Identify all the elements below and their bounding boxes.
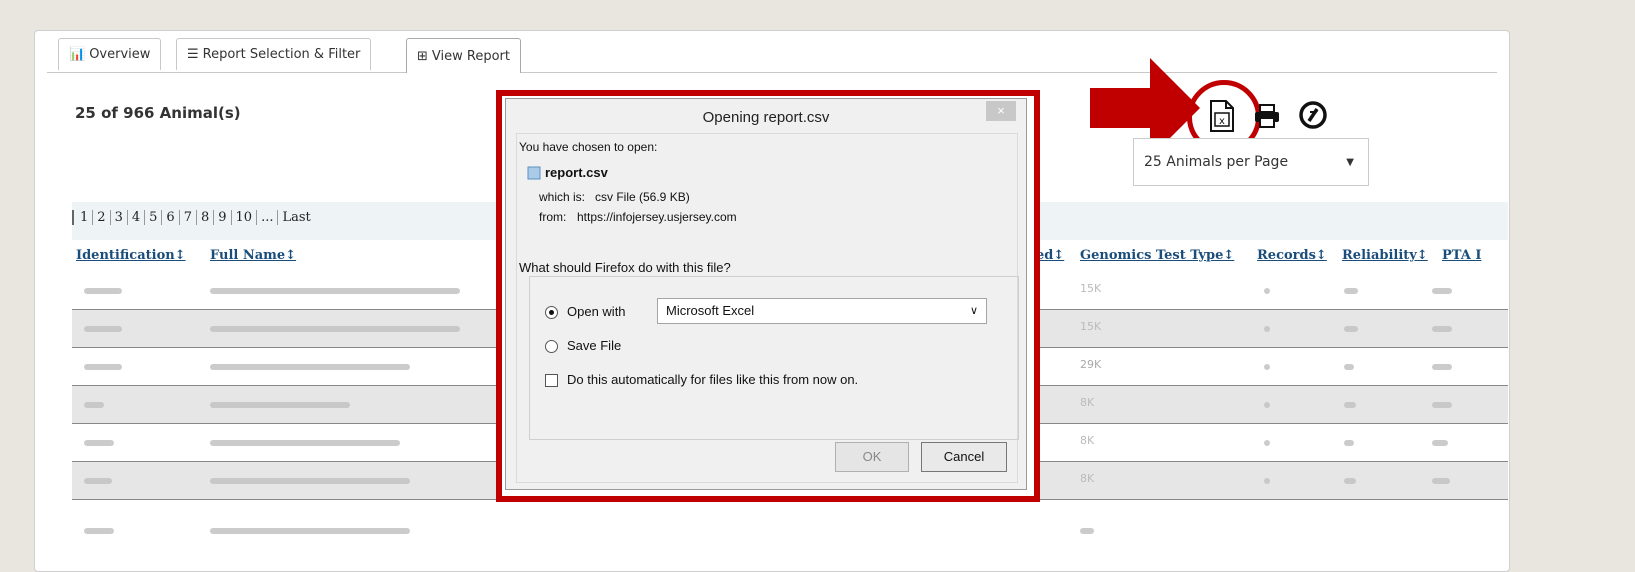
page-5[interactable]: 5: [144, 210, 161, 225]
page-last[interactable]: Last: [277, 210, 314, 225]
per-page-select[interactable]: 25 Animals per Page ▼: [1133, 138, 1369, 186]
cancel-button[interactable]: Cancel: [921, 442, 1007, 472]
save-file-radio[interactable]: [545, 340, 558, 353]
genomics-cell: 8K: [1080, 434, 1095, 447]
header-identification[interactable]: Identification↕: [76, 248, 186, 263]
auto-label: Do this automatically for files like thi…: [567, 372, 859, 387]
dialog-body: You have chosen to open: report.csv whic…: [516, 133, 1019, 483]
animal-count-title: 25 of 966 Animal(s): [75, 104, 241, 122]
close-icon[interactable]: ×: [986, 101, 1016, 121]
table-icon: ⊞: [417, 48, 428, 64]
save-file-label: Save File: [567, 338, 622, 353]
header-records[interactable]: Records↕: [1257, 248, 1327, 263]
file-type: csv File (56.9 KB): [595, 190, 690, 204]
tab-overview[interactable]: 📊 Overview: [58, 38, 162, 70]
pagination: 1 2 3 4 5 6 7 8 9 10 ... Last: [72, 210, 315, 225]
page-8[interactable]: 8: [195, 210, 213, 225]
disable-icon[interactable]: [1298, 100, 1328, 130]
tab-view-report[interactable]: ⊞ View Report: [406, 38, 521, 73]
page-1[interactable]: 1: [72, 210, 92, 225]
genomics-cell: 15K: [1080, 320, 1102, 333]
genomics-cell: 15K: [1080, 282, 1102, 295]
header-ed[interactable]: ed↕: [1036, 248, 1064, 263]
header-pta[interactable]: PTA I: [1442, 248, 1481, 263]
header-genomics-test-type[interactable]: Genomics Test Type↕: [1080, 248, 1234, 263]
which-is-label: which is:: [539, 190, 586, 204]
tab-report-selection[interactable]: ☰ Report Selection & Filter: [176, 38, 372, 70]
page-9[interactable]: 9: [213, 210, 230, 225]
genomics-cell: 29K: [1080, 358, 1102, 371]
file-name: report.csv: [545, 165, 608, 180]
header-reliability[interactable]: Reliability↕: [1342, 248, 1428, 263]
print-icon[interactable]: [1254, 104, 1280, 128]
chevron-down-icon: ∨: [969, 305, 978, 317]
genomics-cell: 8K: [1080, 396, 1095, 409]
header-full-name[interactable]: Full Name↕: [210, 248, 296, 263]
page-ellipsis[interactable]: ...: [256, 210, 277, 225]
dialog-title: Opening report.csv: [702, 109, 830, 126]
file-source: https://infojersey.usjersey.com: [577, 210, 737, 224]
page-3[interactable]: 3: [109, 210, 127, 225]
ok-button[interactable]: OK: [835, 442, 909, 472]
open-with-label: Open with: [567, 304, 626, 319]
page-7[interactable]: 7: [178, 210, 196, 225]
auto-checkbox[interactable]: [545, 374, 558, 387]
chart-icon: 📊: [69, 47, 86, 62]
page-10[interactable]: 10: [230, 210, 257, 225]
genomics-cell: 8K: [1080, 472, 1095, 485]
chosen-label: You have chosen to open:: [519, 140, 658, 154]
from-label: from:: [539, 210, 567, 224]
file-icon: [527, 166, 541, 180]
list-icon: ☰: [187, 47, 199, 62]
application-select[interactable]: Microsoft Excel ∨: [657, 298, 987, 324]
tab-divider: [47, 72, 1497, 73]
table-row[interactable]: [72, 500, 1508, 538]
open-with-radio[interactable]: [545, 306, 558, 319]
caret-down-icon: ▼: [1346, 157, 1354, 168]
action-question: What should Firefox do with this file?: [517, 260, 733, 275]
page-2[interactable]: 2: [92, 210, 109, 225]
file-open-dialog: Opening report.csv × You have chosen to …: [505, 98, 1027, 490]
page-4[interactable]: 4: [126, 210, 144, 225]
page-6[interactable]: 6: [161, 210, 178, 225]
